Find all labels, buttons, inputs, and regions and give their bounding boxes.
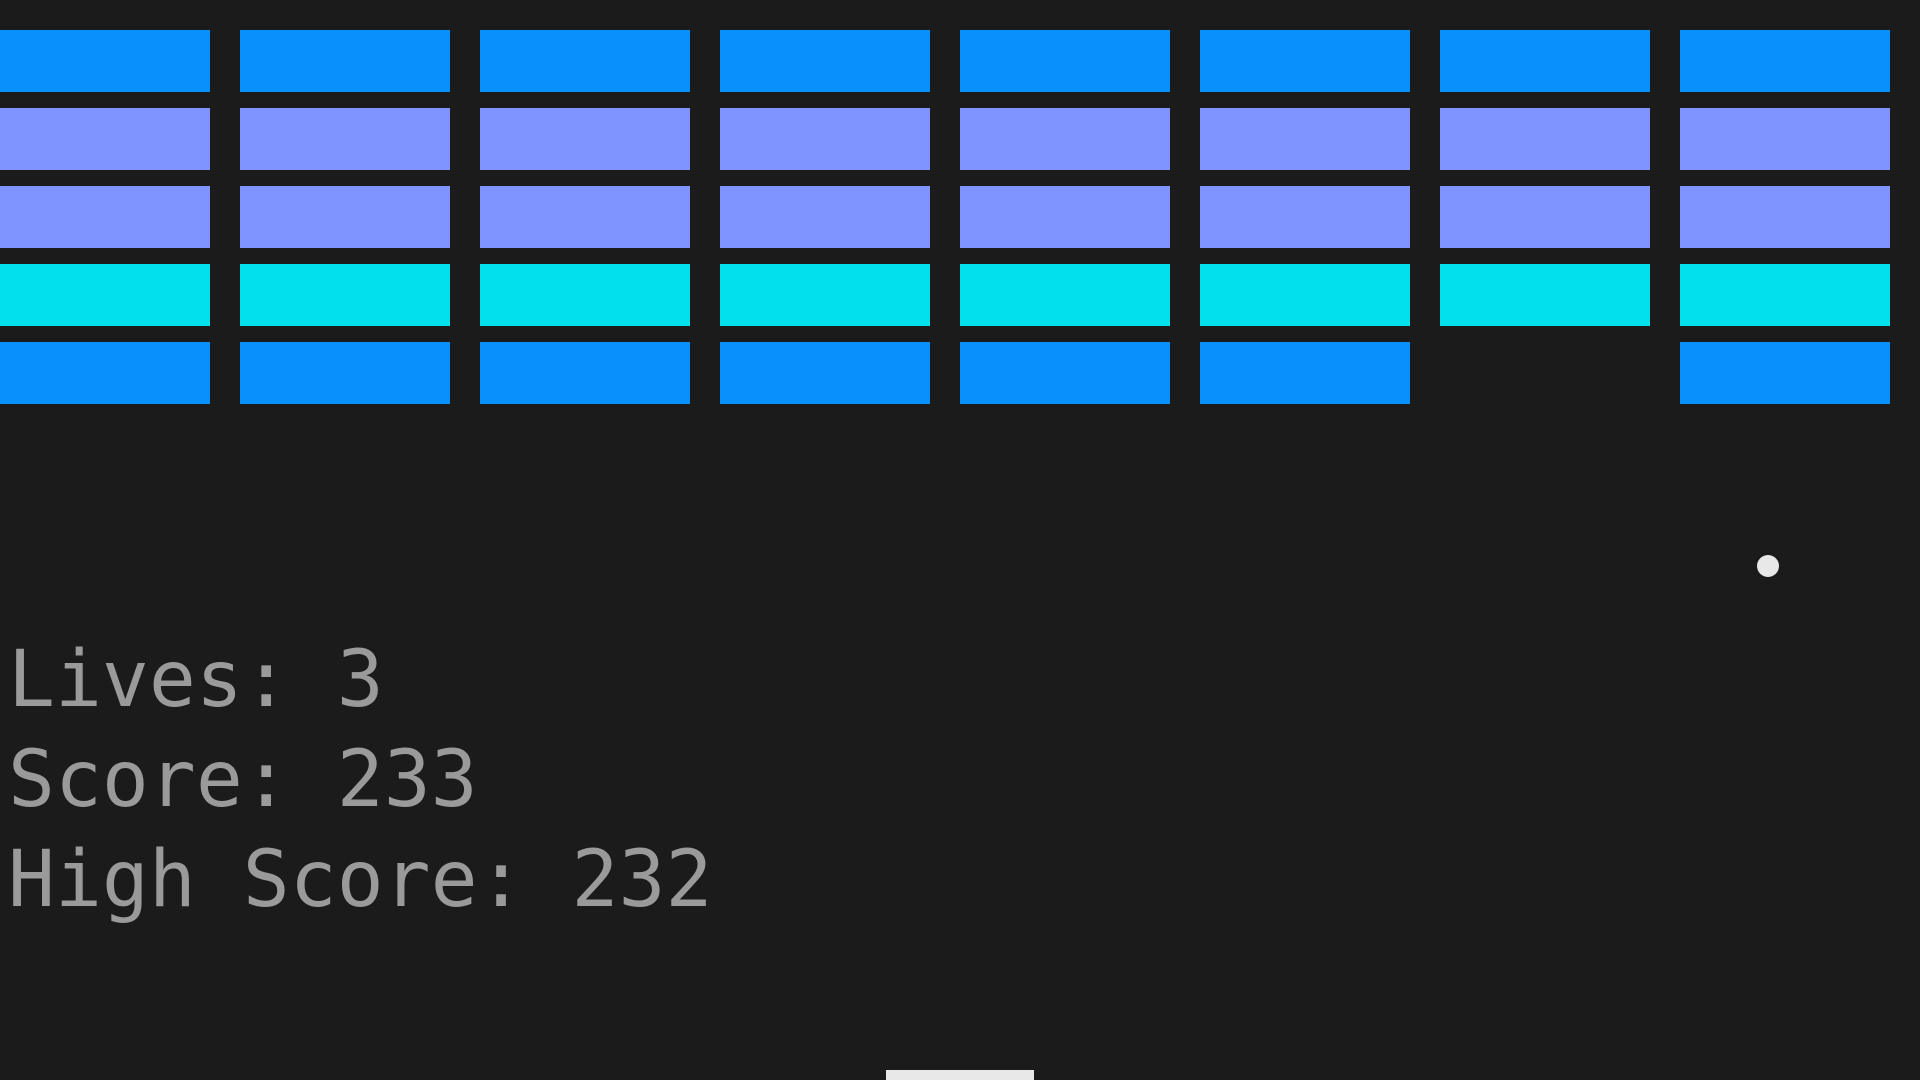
brick	[240, 342, 450, 404]
brick	[0, 264, 210, 326]
brick	[480, 108, 690, 170]
hud: Lives: 3 Score: 233 High Score: 232	[8, 630, 712, 930]
brick	[0, 108, 210, 170]
brick	[720, 30, 930, 92]
brick	[1200, 264, 1410, 326]
brick	[1680, 186, 1890, 248]
brick	[1680, 342, 1890, 404]
brick	[960, 30, 1170, 92]
ball	[1757, 555, 1779, 577]
high-score-value: 232	[571, 835, 713, 925]
brick	[480, 264, 690, 326]
brick	[960, 342, 1170, 404]
paddle[interactable]	[886, 1070, 1034, 1080]
game-canvas[interactable]: Lives: 3 Score: 233 High Score: 232	[0, 0, 1920, 1080]
brick	[1440, 264, 1650, 326]
brick-row	[0, 342, 1920, 404]
high-score-readout: High Score: 232	[8, 830, 712, 930]
brick	[240, 264, 450, 326]
brick	[480, 30, 690, 92]
brick-row	[0, 108, 1920, 170]
score-value: 233	[336, 735, 478, 825]
brick	[1200, 186, 1410, 248]
brick	[720, 186, 930, 248]
high-score-label: High Score:	[8, 835, 572, 925]
brick	[480, 342, 690, 404]
brick	[0, 30, 210, 92]
brick	[720, 108, 930, 170]
brick	[960, 264, 1170, 326]
brick	[720, 342, 930, 404]
brick	[1680, 30, 1890, 92]
score-label: Score:	[8, 735, 337, 825]
lives-label: Lives:	[8, 635, 337, 725]
brick	[0, 342, 210, 404]
brick	[240, 186, 450, 248]
brick	[1440, 186, 1650, 248]
brick	[1440, 108, 1650, 170]
brick	[1440, 30, 1650, 92]
brick	[1680, 264, 1890, 326]
brick	[240, 108, 450, 170]
brick	[1200, 30, 1410, 92]
brick-row	[0, 264, 1920, 326]
brick	[1200, 108, 1410, 170]
brick	[960, 186, 1170, 248]
brick	[720, 264, 930, 326]
brick	[1680, 108, 1890, 170]
brick	[0, 186, 210, 248]
brick	[960, 108, 1170, 170]
score-readout: Score: 233	[8, 730, 712, 830]
lives-readout: Lives: 3	[8, 630, 712, 730]
lives-value: 3	[336, 635, 384, 725]
brick	[480, 186, 690, 248]
brick	[240, 30, 450, 92]
brick-row	[0, 30, 1920, 92]
brick	[1200, 342, 1410, 404]
brick-row	[0, 186, 1920, 248]
